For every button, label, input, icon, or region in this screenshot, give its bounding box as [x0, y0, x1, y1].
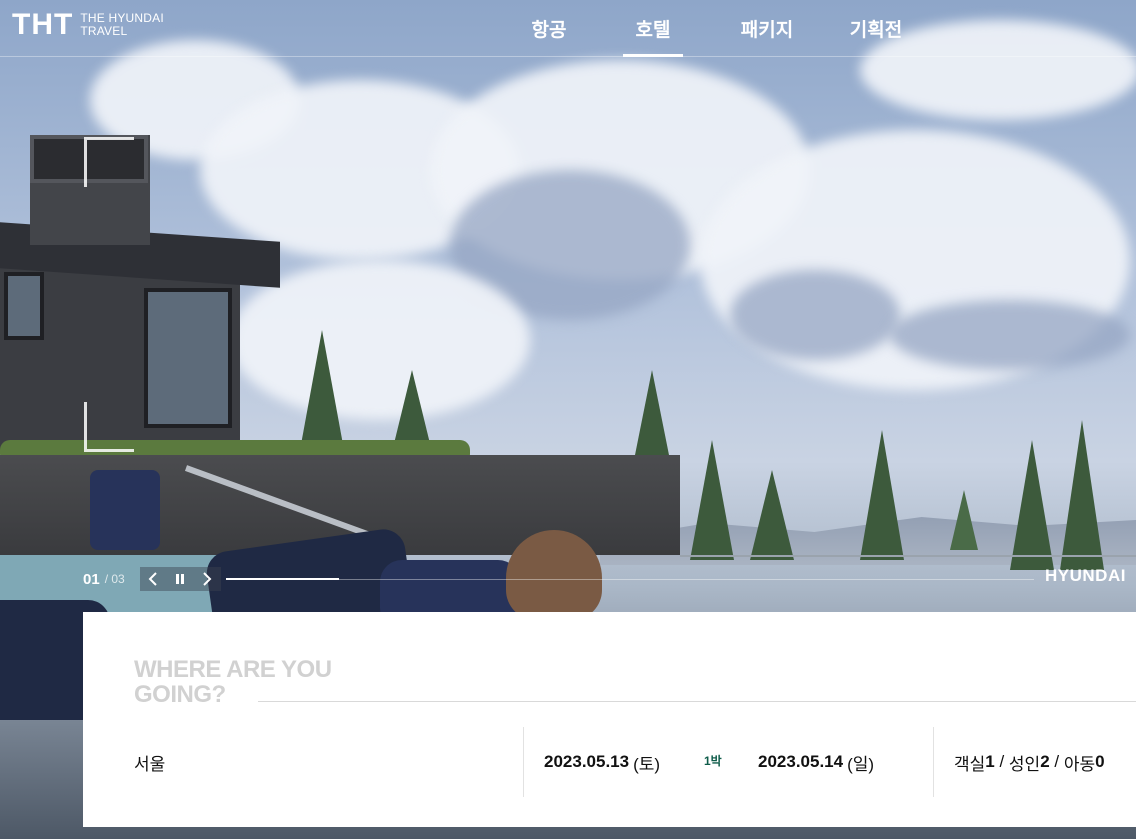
- checkout-date: 2023.05.14: [758, 752, 844, 771]
- search-panel-divider: [258, 701, 1136, 702]
- room-guest-field[interactable]: 객실 1 / 성인 2 / 아동 0: [954, 727, 1134, 797]
- search-panel-title-line1: WHERE ARE YOU: [134, 656, 332, 683]
- checkout-date-field[interactable]: 2023.05.14 (일): [758, 727, 908, 797]
- destination-value: 서울: [134, 754, 166, 774]
- slide-current-index: 01: [83, 570, 100, 588]
- frame-corner-bottom-left: [84, 402, 134, 452]
- nav-item-label: 패키지: [740, 20, 794, 41]
- logo-mark: THT: [12, 8, 74, 41]
- nav-item-label: 기획전: [849, 20, 903, 41]
- nav-item-flight[interactable]: 항공: [510, 0, 588, 57]
- top-header: THT THE HYUNDAI TRAVEL 항공 호텔 패키지 기획전: [0, 0, 1136, 57]
- checkin-day: (토): [633, 754, 661, 774]
- slider-prev-button[interactable]: [140, 567, 167, 591]
- checkin-date: 2023.05.13: [544, 752, 630, 771]
- nav-item-promotion[interactable]: 기획전: [835, 0, 917, 57]
- adults-label: 성인: [1008, 754, 1041, 774]
- search-panel-title-line2: GOING?: [134, 681, 226, 708]
- nav-item-label: 항공: [531, 20, 567, 41]
- checkin-date-field[interactable]: 2023.05.13 (토): [544, 727, 694, 797]
- children-count: 0: [1095, 752, 1105, 771]
- nav-item-hotel[interactable]: 호텔: [623, 0, 683, 57]
- chevron-left-icon: [148, 572, 157, 586]
- logo-text: THE HYUNDAI TRAVEL: [80, 12, 164, 38]
- adults-count: 2: [1040, 752, 1050, 771]
- field-divider: [933, 727, 934, 797]
- chevron-right-icon: [203, 572, 212, 586]
- slider-progress-fill: [225, 577, 339, 580]
- children-label: 아동: [1063, 754, 1096, 774]
- hero-brand-label: HYUNDAI: [1045, 566, 1126, 585]
- destination-field[interactable]: 서울: [134, 727, 514, 797]
- field-divider: [523, 727, 524, 797]
- nav-item-label: 호텔: [635, 20, 671, 41]
- slider-next-button[interactable]: [194, 567, 221, 591]
- guest-separator: /: [1049, 752, 1064, 771]
- main-nav: 항공 호텔 패키지 기획전: [510, 0, 917, 57]
- rooms-label: 객실: [954, 754, 986, 774]
- slider-pause-button[interactable]: [167, 567, 194, 591]
- nights-count: 1박: [704, 754, 722, 768]
- rooms-count: 1: [985, 752, 995, 771]
- logo-text-line1: THE HYUNDAI: [80, 11, 164, 25]
- hero-slider-controls: 01 / 03: [83, 566, 1034, 592]
- frame-corner-top-left: [84, 137, 134, 187]
- slider-button-group: [139, 567, 221, 591]
- slider-progress-bar[interactable]: [225, 577, 1034, 580]
- pause-icon: [176, 574, 185, 584]
- checkout-day: (일): [847, 754, 875, 774]
- search-panel-title: WHERE ARE YOU GOING?: [134, 657, 332, 707]
- slide-total: / 03: [104, 572, 125, 586]
- nav-item-package[interactable]: 패키지: [722, 0, 812, 57]
- guest-separator: /: [994, 752, 1009, 771]
- logo[interactable]: THT THE HYUNDAI TRAVEL: [12, 10, 164, 40]
- hotel-search-panel: WHERE ARE YOU GOING? 서울 2023.05.13 (토) 1…: [83, 612, 1136, 827]
- logo-text-line2: TRAVEL: [80, 24, 128, 38]
